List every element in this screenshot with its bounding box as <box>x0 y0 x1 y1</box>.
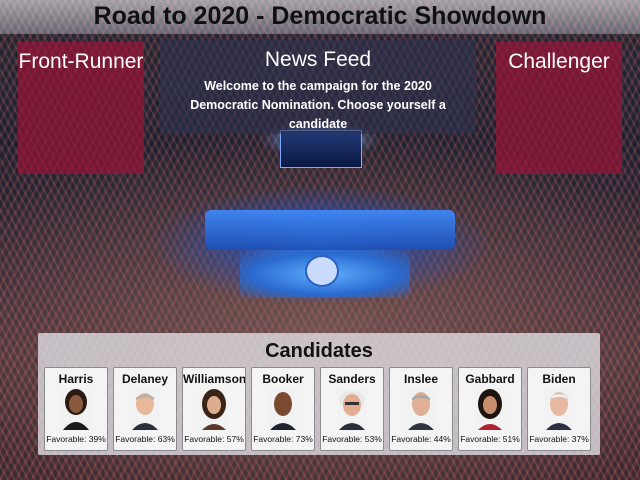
front-runner-panel: Front-Runner <box>18 42 144 174</box>
candidate-favorable: Favorable: 51% <box>460 434 520 444</box>
podium <box>305 255 339 287</box>
candidate-favorable: Favorable: 39% <box>46 434 106 444</box>
candidate-favorable: Favorable: 53% <box>322 434 382 444</box>
candidate-name: Sanders <box>328 372 376 386</box>
gabbard-portrait-icon <box>475 388 505 430</box>
candidates-heading: Candidates <box>265 340 373 362</box>
booker-portrait-icon <box>268 388 298 430</box>
biden-portrait-icon <box>544 388 574 430</box>
news-feed-heading: News Feed <box>264 48 372 71</box>
convention-stage <box>205 210 455 250</box>
title-banner: Road to 2020 - Democratic Showdown <box>0 0 640 34</box>
harris-portrait-icon <box>61 388 91 430</box>
candidate-favorable: Favorable: 37% <box>529 434 589 444</box>
sanders-portrait-icon <box>337 388 367 430</box>
candidate-favorable: Favorable: 57% <box>184 434 244 444</box>
candidate-favorable: Favorable: 63% <box>115 434 175 444</box>
candidate-card-sanders[interactable]: Sanders Favorable: 53% <box>320 367 384 451</box>
candidate-card-williamson[interactable]: Williamson Favorable: 57% <box>182 367 246 451</box>
candidate-name: Harris <box>58 372 94 386</box>
candidate-favorable: Favorable: 73% <box>253 434 313 444</box>
candidate-name: Inslee <box>403 372 439 386</box>
game-title: Road to 2020 - Democratic Showdown <box>93 2 547 30</box>
candidate-card-gabbard[interactable]: Gabbard Favorable: 51% <box>458 367 522 451</box>
challenger-panel: Challenger <box>496 42 622 174</box>
candidate-favorable: Favorable: 44% <box>391 434 451 444</box>
williamson-portrait-icon <box>199 388 229 430</box>
front-runner-label: Front-Runner <box>18 50 144 73</box>
candidate-name: Booker <box>262 372 304 386</box>
candidate-name: Williamson <box>183 372 246 386</box>
candidate-card-delaney[interactable]: Delaney Favorable: 63% <box>113 367 177 451</box>
candidate-card-harris[interactable]: Harris Favorable: 39% <box>44 367 108 451</box>
candidate-name: Gabbard <box>465 372 515 386</box>
candidate-name: Delaney <box>121 372 169 386</box>
news-feed-message: Welcome to the campaign for the 2020 Dem… <box>190 79 446 131</box>
candidate-card-inslee[interactable]: Inslee Favorable: 44% <box>389 367 453 451</box>
arena-screen <box>280 130 362 168</box>
candidate-card-biden[interactable]: Biden Favorable: 37% <box>527 367 591 451</box>
challenger-label: Challenger <box>508 50 610 73</box>
delaney-portrait-icon <box>130 388 160 430</box>
inslee-portrait-icon <box>406 388 436 430</box>
news-feed-panel: News Feed Welcome to the campaign for th… <box>160 40 476 134</box>
candidate-card-booker[interactable]: Booker Favorable: 73% <box>251 367 315 451</box>
candidate-name: Biden <box>542 372 576 386</box>
